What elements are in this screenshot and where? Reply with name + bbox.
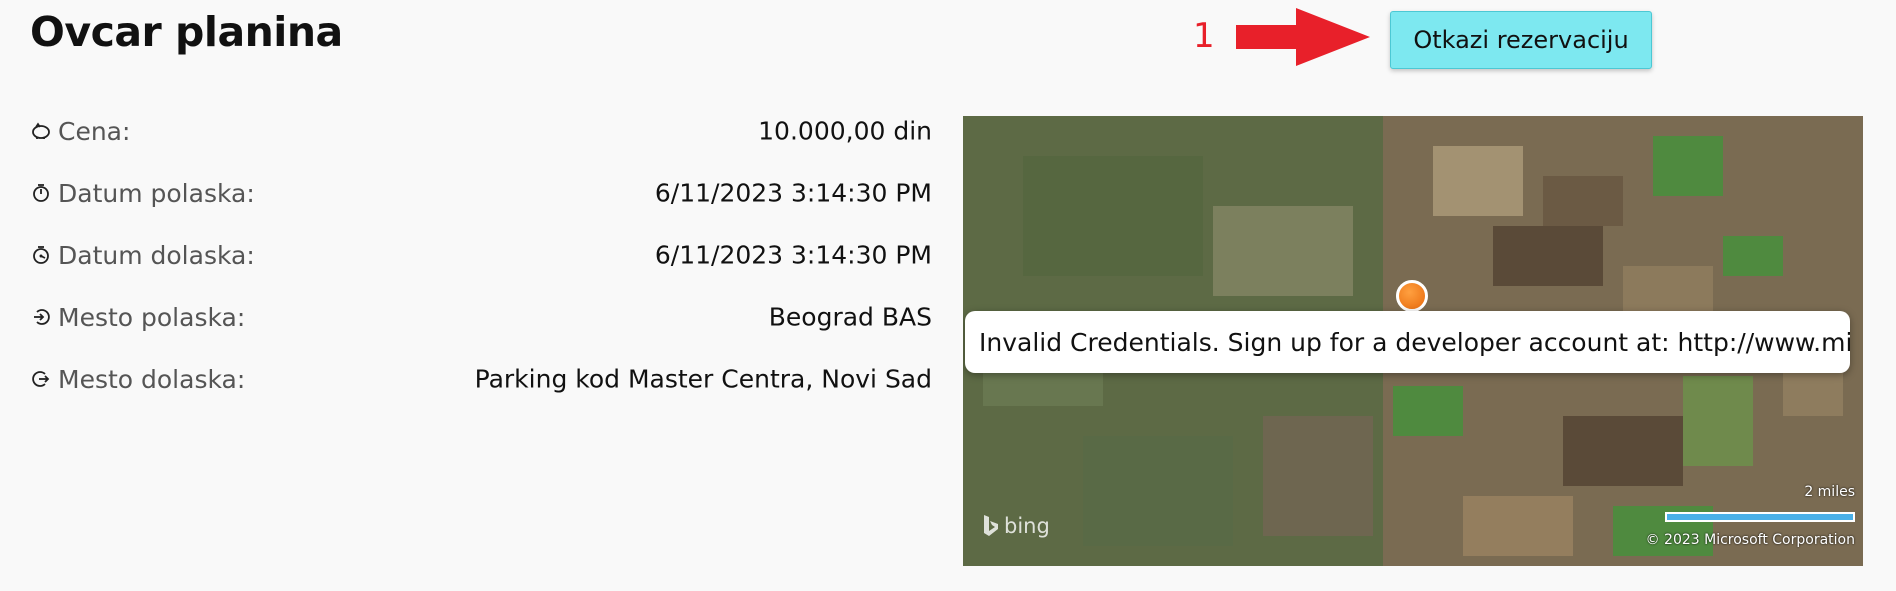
arrival-icon (30, 368, 52, 390)
cancel-reservation-button[interactable]: Otkazi rezervaciju (1390, 11, 1652, 69)
detail-label: Mesto polaska: (58, 302, 246, 332)
map-copyright: © 2023 Microsoft Corporation (1645, 532, 1855, 548)
bing-logo: bing (982, 514, 1050, 538)
stopwatch-icon (30, 182, 52, 204)
trip-details-list: Cena: 10.000,00 din Datum polaska: 6/11/… (30, 100, 932, 410)
detail-label: Datum dolaska: (58, 240, 255, 270)
piggy-bank-icon (30, 120, 52, 142)
map-scale-label: 2 miles (1804, 484, 1855, 500)
detail-row-departure-date: Datum polaska: 6/11/2023 3:14:30 PM (30, 162, 932, 224)
detail-value: 6/11/2023 3:14:30 PM (654, 178, 932, 208)
detail-value: Beograd BAS (768, 302, 932, 332)
bing-icon (984, 515, 998, 536)
map-view[interactable]: Invalid Credentials. Sign up for a devel… (963, 116, 1863, 566)
departure-icon (30, 306, 52, 328)
page-title: Ovcar planina (30, 8, 343, 56)
location-pin-icon[interactable] (1396, 280, 1428, 312)
annotation-arrow-icon (1236, 8, 1370, 66)
detail-value: 6/11/2023 3:14:30 PM (654, 240, 932, 270)
detail-label: Mesto dolaska: (58, 364, 246, 394)
detail-row-arrival-date: Datum dolaska: 6/11/2023 3:14:30 PM (30, 224, 932, 286)
map-error-message: Invalid Credentials. Sign up for a devel… (979, 327, 1850, 357)
detail-value: 10.000,00 din (758, 116, 932, 146)
annotation-number: 1 (1193, 16, 1215, 56)
reservation-details-page: Ovcar planina 1 Otkazi rezervaciju Cena:… (0, 0, 1896, 591)
bing-brand: bing (1004, 514, 1050, 538)
timer-icon (30, 244, 52, 266)
detail-label: Datum polaska: (58, 178, 255, 208)
detail-row-price: Cena: 10.000,00 din (30, 100, 932, 162)
detail-row-departure-place: Mesto polaska: Beograd BAS (30, 286, 932, 348)
detail-value: Parking kod Master Centra, Novi Sad (474, 364, 932, 394)
detail-row-arrival-place: Mesto dolaska: Parking kod Master Centra… (30, 348, 932, 410)
map-error-banner: Invalid Credentials. Sign up for a devel… (965, 311, 1850, 373)
detail-label: Cena: (58, 116, 131, 146)
map-scale-bar (1665, 512, 1855, 522)
